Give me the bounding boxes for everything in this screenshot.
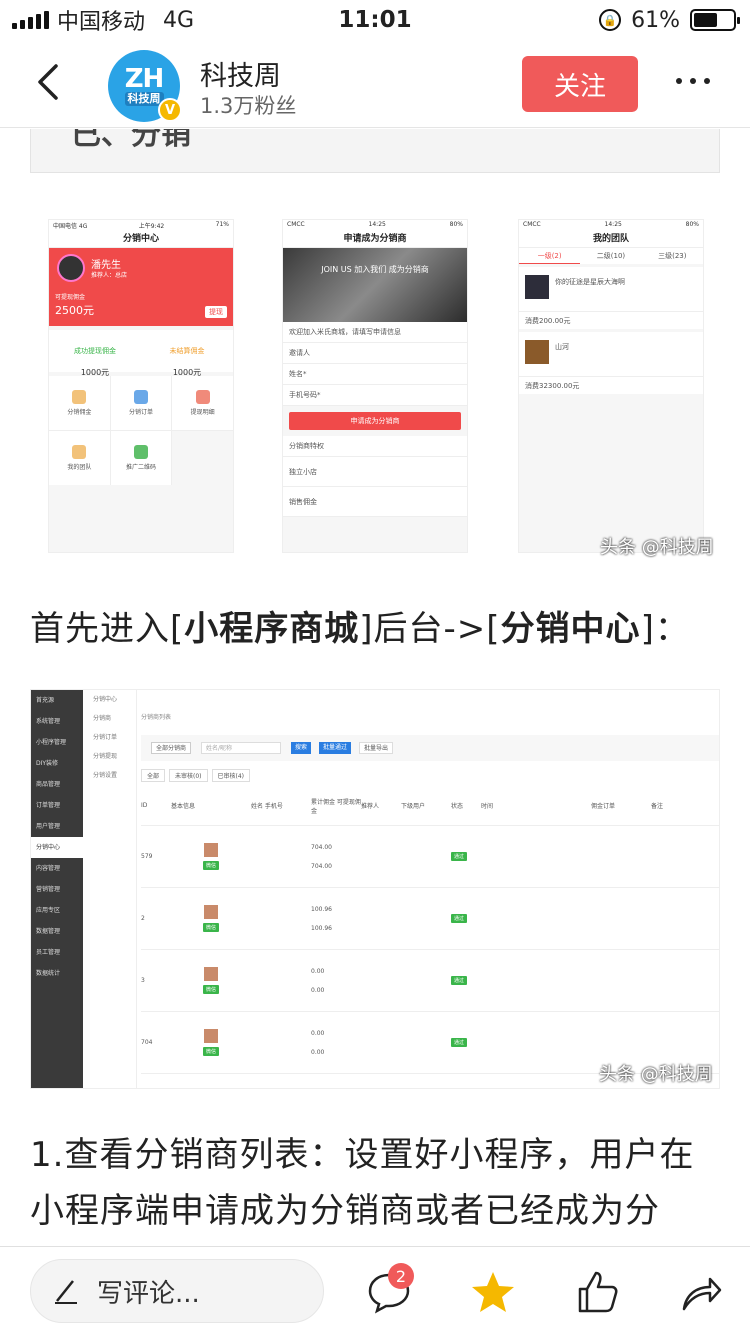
paragraph-intro: 首先进入[小程序商城]后台->[分销中心]： bbox=[30, 609, 690, 649]
admin-column-header: ID bbox=[141, 802, 148, 809]
admin-column-header: 姓名 手机号 bbox=[251, 803, 283, 810]
row-user: 微信 bbox=[171, 967, 251, 994]
row-status: 通过 bbox=[451, 1038, 481, 1047]
admin-table-row: 3 微信 0.00 0.00 通过 bbox=[141, 950, 719, 1012]
admin-submenu-item: 分销设置 bbox=[93, 772, 118, 779]
article-image-admin-panel[interactable]: 首充源 系统管理 小程序管理 DIY装修 商品管理 订单管理 用户管理 分销中心 内容管理 营销管… bbox=[30, 689, 720, 1089]
admin-sidebar-item: 首充源 bbox=[36, 697, 55, 704]
back-arrow-icon[interactable] bbox=[30, 60, 70, 104]
favorite-star-icon[interactable] bbox=[470, 1269, 516, 1315]
phone-screen-distribution-center: 中国电信 4G 上午9:42 71% 分销中心 潘先生 推荐人：总店 可提现佣金 2… bbox=[48, 219, 234, 553]
admin-column-header: 备注 bbox=[651, 803, 664, 810]
article-header: ZH 科技周 V 科技周 1.3万粉丝 关注 bbox=[0, 40, 750, 128]
admin-sidebar-item: 员工管理 bbox=[36, 949, 61, 956]
admin-submenu-item: 分销订单 bbox=[93, 734, 118, 741]
admin-tab: 未审核(0) bbox=[169, 769, 208, 782]
row-id: 704 bbox=[141, 1039, 153, 1046]
battery-icon bbox=[690, 9, 740, 31]
phone-screen-my-team: CMCC 14:25 80% 我的团队 一级(2) 二级(10) 三级(23) 你的… bbox=[518, 219, 704, 553]
admin-sidebar-item: 系统管理 bbox=[36, 718, 61, 725]
watermark: 头条 @科技周 bbox=[600, 537, 714, 558]
admin-tab: 已审核(4) bbox=[211, 769, 251, 782]
admin-submenu: 分销中心分销商分销订单分销提现分销设置 bbox=[83, 690, 137, 1088]
fan-count: 1.3万粉丝 bbox=[200, 94, 297, 118]
article-image-mobile-screens[interactable]: 中国电信 4G 上午9:42 71% 分销中心 潘先生 推荐人：总店 可提现佣金 2… bbox=[30, 215, 720, 561]
row-commission: 100.96 100.96 bbox=[311, 905, 332, 932]
admin-column-header: 下级用户 bbox=[401, 803, 426, 810]
admin-column-header: 累计佣金 可提现佣金 bbox=[311, 798, 361, 815]
admin-sidebar-item: 数据统计 bbox=[36, 970, 61, 977]
comment-input[interactable]: 写评论... bbox=[30, 1259, 324, 1323]
admin-submenu-item: 分销提现 bbox=[93, 753, 118, 760]
paragraph-line-2: 小程序端申请成为分销商或者已经成为分 bbox=[30, 1191, 660, 1231]
admin-column-header: 佣金订单 bbox=[591, 803, 616, 810]
admin-column-header: 状态 bbox=[451, 803, 464, 810]
admin-sidebar-item: 小程序管理 bbox=[36, 739, 67, 746]
row-commission: 0.00 0.00 bbox=[311, 967, 325, 994]
admin-sidebar-item: 内容管理 bbox=[36, 865, 61, 872]
admin-sidebar-item: DIY装修 bbox=[36, 760, 59, 767]
account-name[interactable]: 科技周 bbox=[200, 54, 281, 93]
share-icon[interactable] bbox=[678, 1269, 724, 1315]
row-user: 微信 bbox=[171, 905, 251, 932]
admin-sidebar-item: 营销管理 bbox=[36, 886, 61, 893]
admin-sidebar-item: 订单管理 bbox=[36, 802, 61, 809]
admin-tab: 全部 bbox=[141, 769, 166, 782]
status-bar: 中国移动 4G 11:01 🔒 61% bbox=[0, 0, 750, 40]
row-status: 通过 bbox=[451, 976, 481, 985]
comment-count-badge: 2 bbox=[388, 1263, 414, 1289]
avatar bbox=[57, 254, 85, 282]
admin-column-header: 推荐人 bbox=[361, 803, 380, 810]
admin-sidebar-item: 用户管理 bbox=[36, 823, 61, 830]
admin-submenu-item: 分销中心 bbox=[93, 696, 118, 703]
row-status: 通过 bbox=[451, 914, 481, 923]
row-id: 3 bbox=[141, 977, 145, 984]
admin-sidebar-item: 商品管理 bbox=[36, 781, 61, 788]
phone-screen-apply-distributor: CMCC 14:25 80% 申请成为分销商 JOIN US 加入我们 成为分销商 … bbox=[282, 219, 468, 553]
row-user: 微信 bbox=[171, 1029, 251, 1056]
admin-column-header: 基本信息 bbox=[171, 803, 196, 810]
previous-image-fragment: 已、分销 bbox=[30, 129, 720, 173]
pen-icon bbox=[55, 1280, 77, 1304]
row-commission: 0.00 0.00 bbox=[311, 1029, 325, 1056]
admin-sidebar-item: 分销中心 bbox=[31, 837, 83, 858]
follow-button[interactable]: 关注 bbox=[522, 56, 638, 112]
row-commission: 704.00 704.00 bbox=[311, 843, 332, 870]
watermark: 头条 @科技周 bbox=[599, 1064, 713, 1085]
paragraph-line-1: 1.查看分销商列表：设置好小程序，用户在 bbox=[30, 1135, 695, 1175]
row-id: 2 bbox=[141, 915, 145, 922]
admin-table-row: 2 微信 100.96 100.96 通过 bbox=[141, 888, 719, 950]
row-id: 579 bbox=[141, 853, 153, 860]
bottom-action-bar: 写评论... 2 bbox=[0, 1246, 750, 1334]
admin-sidebar-item: 应用专区 bbox=[36, 907, 61, 914]
more-options-icon[interactable] bbox=[676, 78, 710, 84]
battery-percent: 61% bbox=[631, 7, 680, 33]
verified-badge-icon: V bbox=[158, 98, 182, 122]
admin-column-header: 时间 bbox=[481, 803, 494, 810]
row-user: 微信 bbox=[171, 843, 251, 870]
rotation-lock-icon: 🔒 bbox=[599, 9, 622, 31]
row-status: 通过 bbox=[451, 852, 481, 861]
admin-submenu-item: 分销商 bbox=[93, 715, 112, 722]
admin-sidebar-item: 数据管理 bbox=[36, 928, 61, 935]
like-thumb-icon[interactable] bbox=[574, 1269, 620, 1315]
admin-sidebar: 首充源系统管理小程序管理 DIY装修商品管理订单管理用户管理分销中心内容管理营销管… bbox=[31, 690, 83, 1088]
admin-table-row: 579 微信 704.00 704.00 通过 bbox=[141, 826, 719, 888]
